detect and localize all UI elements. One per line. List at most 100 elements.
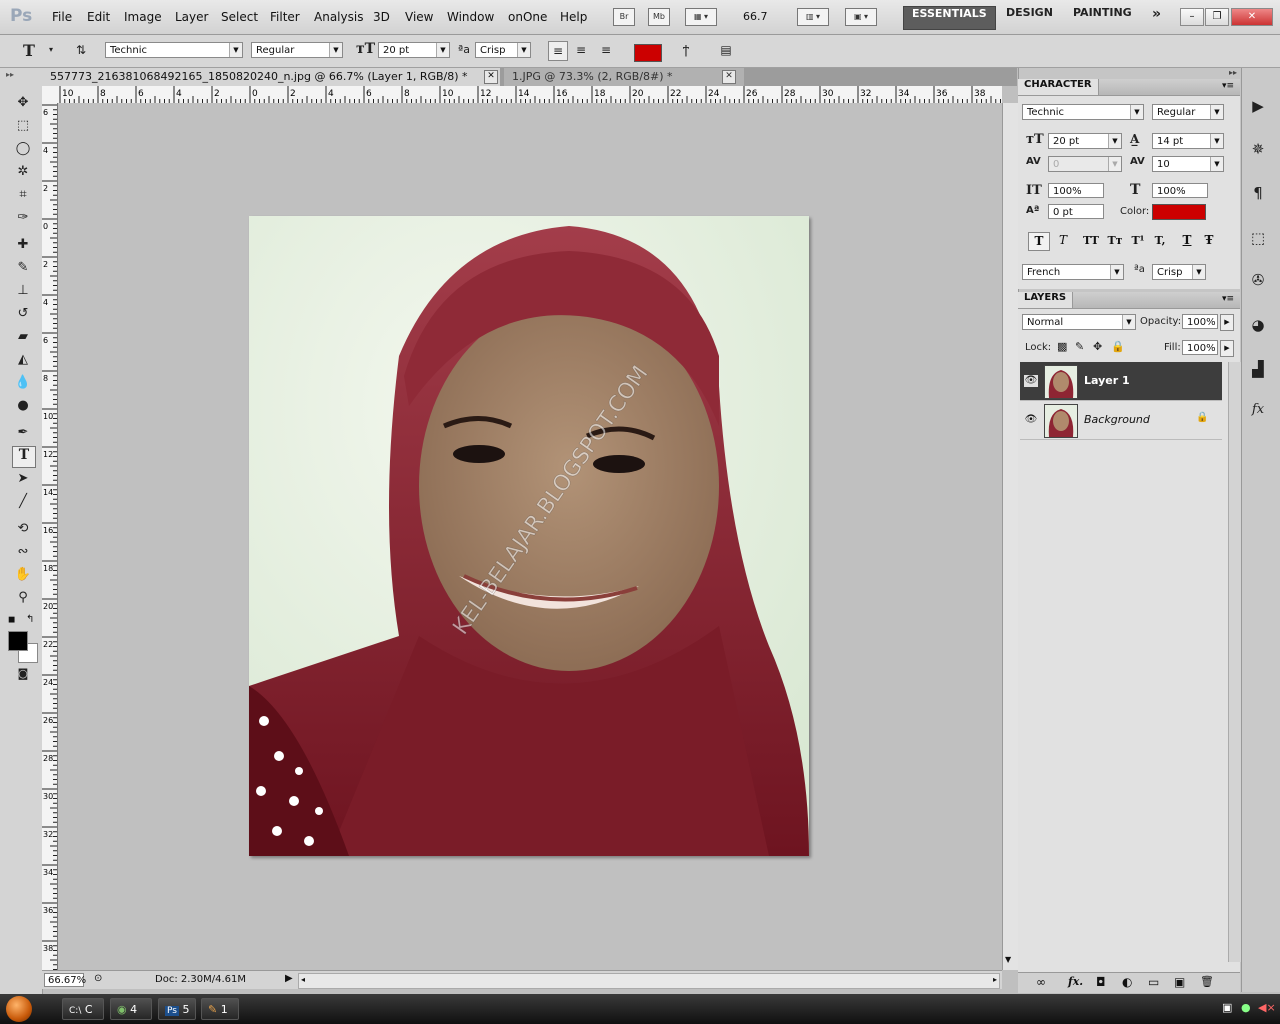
history-brush-tool-icon[interactable]: ↺ — [12, 304, 34, 324]
zoom-field[interactable]: 66.67% — [44, 973, 86, 987]
status-options-icon[interactable]: ⊙ — [94, 973, 102, 984]
tab-character[interactable]: CHARACTER — [1018, 79, 1099, 95]
tab-document-1[interactable]: 557773_216381068492165_1850820240_n.jpg … — [42, 68, 500, 86]
link-icon[interactable]: ∞ — [1036, 975, 1046, 989]
restore-button[interactable]: ❐ — [1205, 8, 1229, 26]
fill-slider-arrow-icon[interactable]: ▶ — [1220, 340, 1234, 357]
menu-select[interactable]: Select — [221, 10, 258, 24]
3d-orbit-tool-icon[interactable]: ∾ — [12, 542, 34, 562]
taskbar-button-cmd[interactable]: C:\ C — [62, 998, 104, 1020]
faux-italic-button[interactable]: T — [1054, 232, 1072, 249]
workspace-essentials[interactable]: ESSENTIALS — [903, 6, 996, 30]
menu-analysis[interactable]: Analysis — [314, 10, 363, 24]
font-size-select[interactable]: 20 pt ▼ — [378, 42, 450, 58]
strikethrough-button[interactable]: Ŧ — [1200, 232, 1218, 249]
more-workspaces-icon[interactable]: » — [1144, 6, 1169, 28]
text-color-swatch[interactable] — [634, 44, 662, 62]
swap-colors-icon[interactable]: ↰ — [26, 614, 34, 625]
all-caps-button[interactable]: TT — [1080, 232, 1102, 249]
horizontal-ruler[interactable]: 10 8 6 4 2 0 2 4 6 8 10 12 14 16 18 20 22 24 26 28 30 32 34 36 3… — [42, 86, 1002, 104]
bridge-icon[interactable]: Br — [613, 8, 635, 26]
dodge-tool-icon[interactable]: ● — [12, 396, 34, 416]
horizontal-scrollbar[interactable]: ◂ ▸ — [298, 973, 1000, 989]
group-icon[interactable]: ▭ — [1148, 975, 1159, 989]
taskbar-button-paint[interactable]: ✎ 1 — [201, 998, 239, 1020]
menu-file[interactable]: File — [52, 10, 72, 24]
marquee-tool-icon[interactable]: ⬚ — [12, 116, 34, 136]
blend-mode-select[interactable]: Normal ▼ — [1022, 314, 1136, 330]
align-right-icon[interactable]: ≡ — [597, 41, 615, 59]
close-icon[interactable]: ✕ — [722, 70, 736, 84]
collapse-dock-icon[interactable]: ▸▸ — [1229, 68, 1237, 77]
scroll-right-icon[interactable]: ▸ — [993, 975, 997, 984]
paint-bucket-tool-icon[interactable]: ◭ — [12, 350, 34, 370]
text-orientation-icon[interactable]: ⇅ — [72, 41, 90, 59]
char-color-swatch[interactable] — [1152, 204, 1206, 220]
clone-stamp-tool-icon[interactable]: ⊥ — [12, 281, 34, 301]
align-left-icon[interactable]: ≡ — [548, 41, 568, 61]
workspace-design[interactable]: DESIGN — [998, 6, 1061, 28]
scroll-down-icon[interactable]: ▼ — [1005, 955, 1011, 964]
color-wheel-icon[interactable]: ✇ — [1245, 268, 1271, 292]
magic-wand-tool-icon[interactable]: ✲ — [12, 162, 34, 182]
character-panel-toggle-icon[interactable]: ▤ — [717, 41, 735, 59]
path-selection-tool-icon[interactable]: ➤ — [12, 469, 34, 489]
char-kerning-select[interactable]: 0 ▼ — [1048, 156, 1122, 172]
lasso-tool-icon[interactable]: ◯ — [12, 139, 34, 159]
taskbar-button-photoshop[interactable]: Ps 5 — [158, 998, 196, 1020]
transform-icon[interactable]: ⬚ — [1245, 226, 1271, 250]
menu-help[interactable]: Help — [560, 10, 587, 24]
type-tool-icon[interactable]: T — [12, 446, 36, 468]
underline-button[interactable]: T — [1178, 232, 1196, 249]
trash-icon[interactable]: 🗑 — [1200, 975, 1214, 988]
healing-brush-tool-icon[interactable]: ✚ — [12, 235, 34, 255]
opacity-slider-arrow-icon[interactable]: ▶ — [1220, 314, 1234, 331]
view-extras-icon[interactable]: ▦ ▾ — [685, 8, 717, 26]
close-icon[interactable]: ✕ — [484, 70, 498, 84]
menu-view[interactable]: View — [405, 10, 433, 24]
collapse-toolbox-icon[interactable]: ▸▸ — [6, 70, 14, 79]
brush-tool-icon[interactable]: ✎ — [12, 258, 34, 278]
font-family-select[interactable]: Technic ▼ — [105, 42, 243, 58]
menu-layer[interactable]: Layer — [175, 10, 208, 24]
hand-tool-icon[interactable]: ✋ — [12, 565, 34, 585]
char-font-style-select[interactable]: Regular ▼ — [1152, 104, 1224, 120]
styles-fx-icon[interactable]: fx — [1245, 402, 1271, 426]
tab-document-2[interactable]: 1.JPG @ 73.3% (2, RGB/8#) * ✕ — [504, 68, 744, 86]
menu-onone[interactable]: onOne — [508, 10, 547, 24]
menu-3d[interactable]: 3D — [373, 10, 390, 24]
document-image[interactable]: KEL-BELAJAR.BLOGSPOT.COM — [249, 216, 809, 856]
start-button[interactable] — [6, 996, 32, 1022]
paragraph-icon[interactable]: ¶ — [1245, 181, 1271, 205]
foreground-color-swatch[interactable] — [8, 631, 28, 651]
antialias-select[interactable]: Crisp ▼ — [475, 42, 531, 58]
align-center-icon[interactable]: ≡ — [572, 41, 590, 59]
mini-bridge-icon[interactable]: Mb — [648, 8, 670, 26]
workspace-painting[interactable]: PAINTING — [1065, 6, 1140, 28]
menu-image[interactable]: Image — [124, 10, 162, 24]
quick-mask-icon[interactable]: ◙ — [12, 664, 34, 684]
3d-sphere-icon[interactable]: ◕ — [1245, 313, 1271, 337]
char-font-family-select[interactable]: Technic ▼ — [1022, 104, 1144, 120]
default-colors-icon[interactable]: ◼ — [8, 615, 15, 625]
layer-row-layer1[interactable]: 👁 Layer 1 — [1020, 362, 1222, 401]
layer-row-background[interactable]: 👁 Background 🔒 — [1020, 401, 1222, 440]
menu-window[interactable]: Window — [447, 10, 494, 24]
menu-edit[interactable]: Edit — [87, 10, 110, 24]
taskbar-button-browser[interactable]: ◉ 4 — [110, 998, 152, 1020]
crop-tool-icon[interactable]: ⌗ — [12, 185, 34, 205]
3d-rotate-tool-icon[interactable]: ⟲ — [12, 519, 34, 539]
eyedropper-tool-icon[interactable]: ✑ — [12, 208, 34, 228]
vertical-scale-field[interactable]: 100% — [1048, 183, 1104, 198]
tray-volume-icon[interactable]: ◀× — [1258, 1001, 1276, 1014]
lock-transparency-icon[interactable]: ▩ — [1057, 340, 1067, 353]
eraser-tool-icon[interactable]: ▰ — [12, 327, 34, 347]
close-button[interactable]: ✕ — [1231, 8, 1273, 26]
faux-bold-button[interactable]: T — [1028, 232, 1050, 251]
baseline-shift-field[interactable]: 0 pt — [1048, 204, 1104, 219]
panel-menu-icon[interactable]: ▾≡ — [1222, 81, 1234, 91]
warp-text-icon[interactable]: ϯ — [677, 41, 695, 59]
panel-menu-icon[interactable]: ▾≡ — [1222, 294, 1234, 304]
minimize-button[interactable]: – — [1180, 8, 1204, 26]
arrange-documents-icon[interactable]: ▥ ▾ — [797, 8, 829, 26]
